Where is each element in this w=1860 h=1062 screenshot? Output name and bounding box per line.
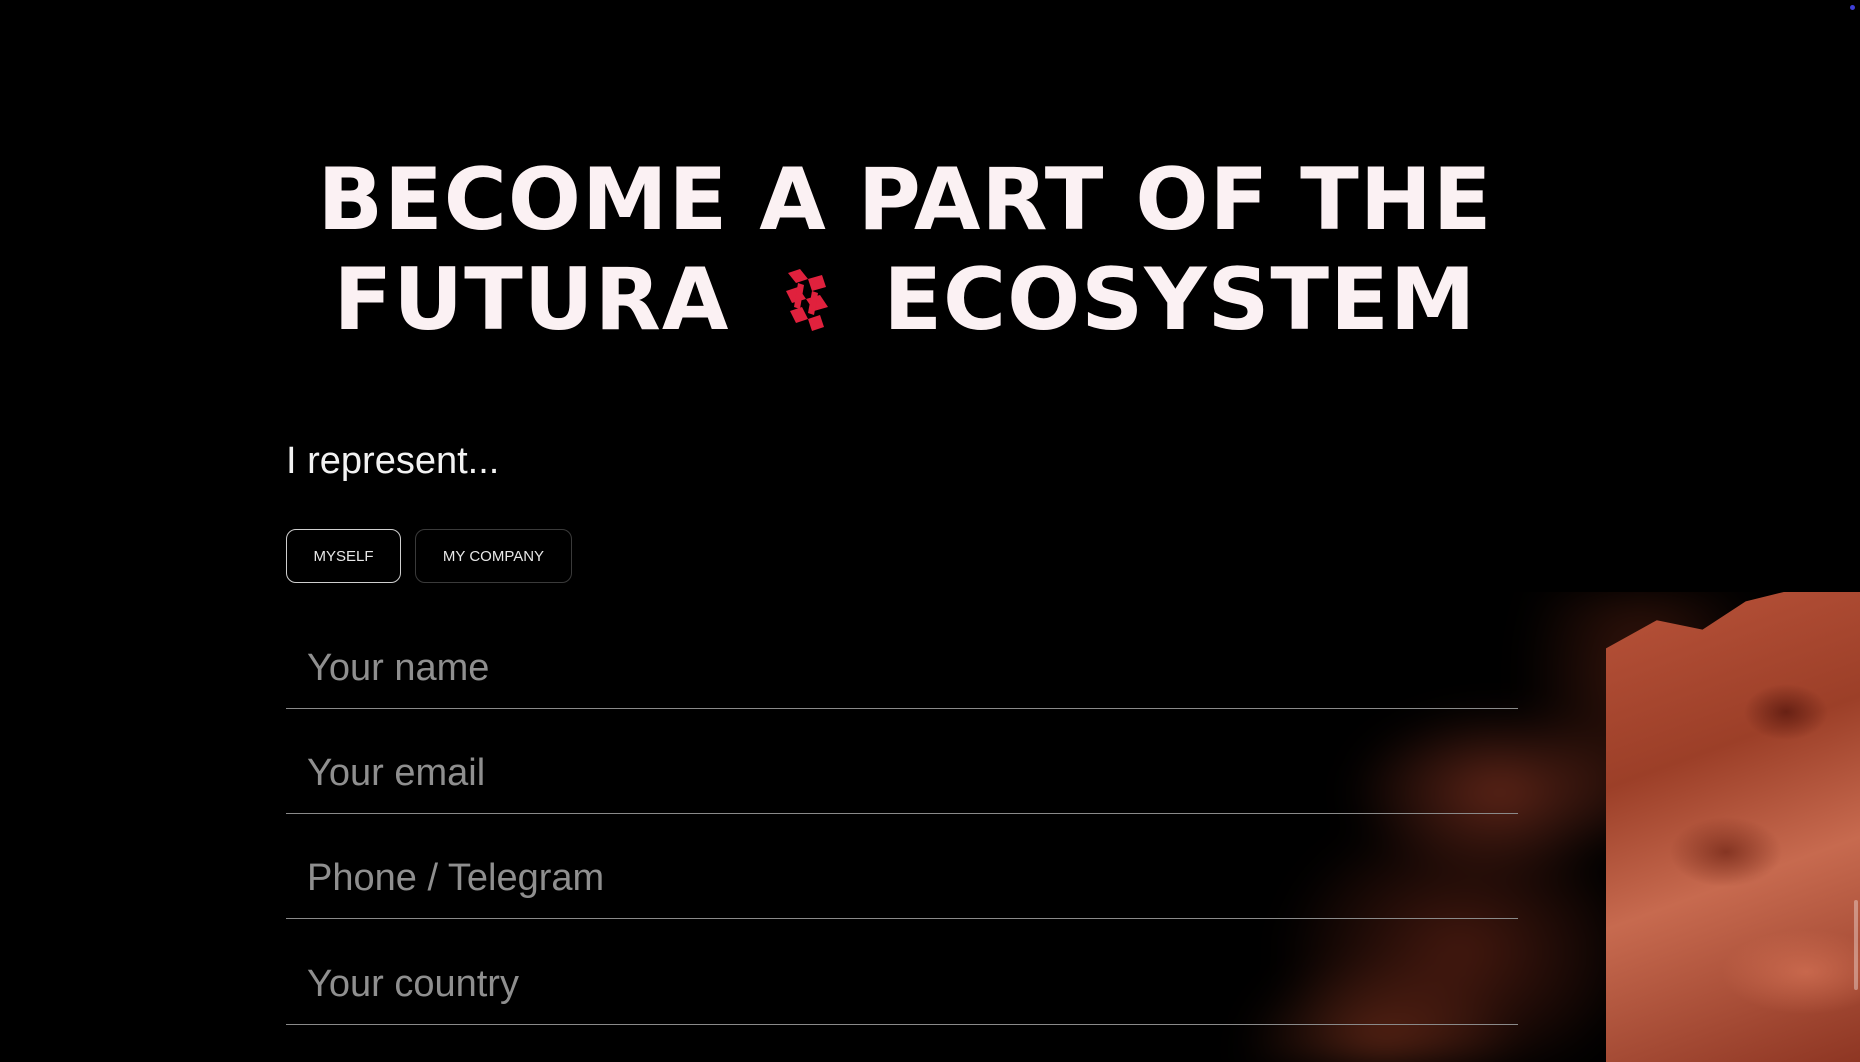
email-input[interactable] — [307, 752, 1487, 795]
phone-field — [286, 819, 1518, 919]
option-company-button[interactable]: MY COMPANY — [415, 529, 572, 583]
title-line-1: BECOME A PART OF THE — [317, 150, 1493, 250]
phone-telegram-input[interactable] — [307, 857, 1487, 900]
page-title: BECOME A PART OF THE FUTURA ECOSYSTEM — [0, 150, 1810, 350]
name-field — [286, 609, 1518, 709]
title-word-futura: FUTURA — [333, 250, 730, 350]
country-field — [286, 925, 1518, 1025]
represent-label: I represent... — [286, 440, 500, 482]
futura-logo-icon — [786, 269, 829, 331]
title-line-2: FUTURA ECOSYSTEM — [0, 250, 1810, 350]
email-field — [286, 714, 1518, 814]
page: BECOME A PART OF THE FUTURA ECOSYSTEM I … — [0, 0, 1860, 1062]
name-input[interactable] — [307, 647, 1487, 690]
option-myself-button[interactable]: MYSELF — [286, 529, 401, 583]
indicator-dot — [1850, 5, 1855, 10]
scrollbar-handle[interactable] — [1854, 900, 1858, 990]
title-word-ecosystem: ECOSYSTEM — [883, 250, 1477, 350]
country-input[interactable] — [307, 963, 1487, 1006]
rock-sharp-layer — [1606, 592, 1860, 1062]
